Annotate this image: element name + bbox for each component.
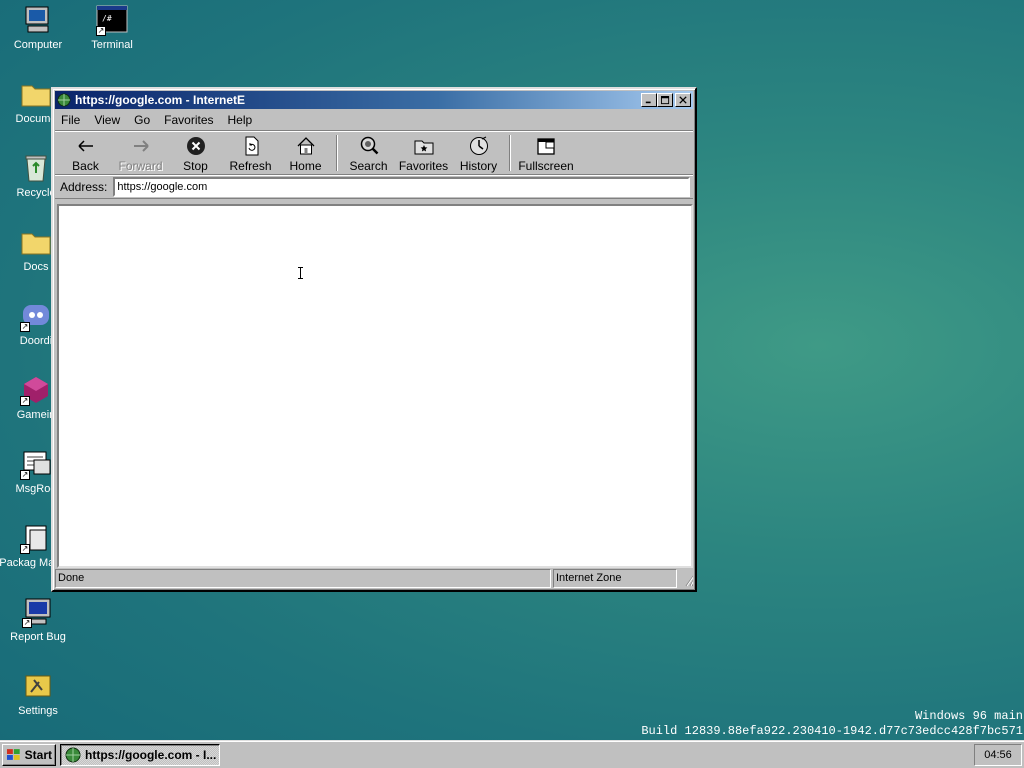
window-title: https://google.com - InternetE [75,93,245,107]
clock-time: 04:56 [984,748,1012,761]
windows-logo-icon [6,748,20,760]
taskbar-window-label: https://google.com - I... [85,747,217,762]
menu-bar: File View Go Favorites Help [55,109,693,131]
desktop-icon-settings[interactable]: Settings [0,670,76,717]
status-text: Done [55,569,551,588]
favorites-button[interactable]: Favorites [396,135,451,173]
folder-icon [20,226,52,258]
shortcut-arrow-icon: ↗ [20,544,30,554]
security-zone: Internet Zone [553,569,677,588]
favorites-icon [414,140,433,155]
favorites-label: Favorites [398,159,449,173]
search-button[interactable]: Search [341,135,396,173]
page-content-area[interactable] [57,204,693,568]
refresh-label: Refresh [229,159,272,173]
cube-icon: ↗ [20,374,52,406]
globe-icon [65,747,81,762]
menu-help[interactable]: Help [221,113,260,127]
shortcut-arrow-icon: ↗ [20,396,30,406]
terminal-icon: /# ↗ [96,4,128,36]
taskbar-window-button[interactable]: https://google.com - I... [60,743,220,766]
text-cursor-icon [297,267,304,279]
forward-arrow-icon [133,140,149,152]
home-button[interactable]: Home [278,135,333,173]
shortcut-arrow-icon: ↗ [22,618,32,628]
globe-icon [57,93,71,107]
stop-icon [186,137,205,155]
refresh-button[interactable]: Refresh [223,135,278,173]
back-label: Back [72,159,99,173]
status-bar: Done Internet Zone [55,569,693,588]
forward-button[interactable]: Forward [113,135,168,173]
message-board-icon: ↗ [20,448,52,480]
stop-button[interactable]: Stop [168,135,223,173]
build-watermark: Windows 96 main Build 12839.88efa922.230… [641,709,1023,739]
build-number: Build 12839.88efa922.230410-1942.d77c73e… [641,724,1023,738]
taskbar: Start https://google.com - I... 04:56 [0,740,1024,768]
menu-file[interactable]: File [55,113,87,127]
maximize-icon [660,95,669,104]
search-label: Search [349,159,388,173]
desktop-icon-label: Report Bug [10,631,66,643]
search-icon [360,136,378,155]
toolbar-separator [336,135,338,171]
address-label: Address: [60,179,108,194]
fullscreen-icon [537,138,555,155]
forward-label: Forward [118,159,163,173]
fullscreen-button[interactable]: Fullscreen [514,135,578,173]
toolbar-separator [509,135,511,171]
fullscreen-label: Fullscreen [518,159,574,173]
history-label: History [459,159,498,173]
shortcut-arrow-icon: ↗ [96,26,106,36]
close-button[interactable] [675,93,691,107]
desktop-icon-label: Computer [13,39,63,51]
menu-view[interactable]: View [87,113,127,127]
desktop-icon-label: Terminal [91,39,133,51]
resize-grip-icon[interactable] [679,569,693,588]
system-tray-clock[interactable]: 04:56 [974,743,1022,766]
stop-label: Stop [183,159,208,173]
address-input[interactable] [113,176,690,197]
package-icon: ↗ [20,522,52,554]
desktop-icon-label: Settings [18,705,58,717]
desktop-icon-computer[interactable]: Computer [0,4,76,51]
desktop-icon-report-bug[interactable]: ↗ Report Bug [0,596,76,643]
history-button[interactable]: History [451,135,506,173]
browser-toolbar: Back Forward Stop Refresh Home Search Fa… [55,131,693,175]
computer-icon [22,4,54,36]
start-label: Start [24,747,52,762]
shortcut-arrow-icon: ↗ [20,322,30,332]
folder-icon [20,78,52,110]
menu-go[interactable]: Go [127,113,157,127]
desktop-icon-terminal[interactable]: /# ↗ Terminal [74,4,150,51]
back-button[interactable]: Back [58,135,113,173]
browser-window[interactable]: https://google.com - InternetE File View… [51,87,697,592]
os-name: Windows 96 main [914,709,1023,723]
minimize-button[interactable] [641,93,657,107]
chat-app-icon: ↗ [20,300,52,332]
maximize-button[interactable] [657,93,673,107]
home-icon [297,137,314,155]
recycle-bin-icon [20,152,52,184]
report-bug-icon: ↗ [22,596,54,628]
svg-text:/#: /# [102,14,112,23]
minimize-icon [645,101,651,104]
address-bar: Address: [55,175,693,199]
shortcut-arrow-icon: ↗ [20,470,30,480]
start-button[interactable]: Start [2,743,56,766]
settings-icon [22,670,54,702]
refresh-icon [245,136,258,156]
menu-favorites[interactable]: Favorites [157,113,220,127]
back-arrow-icon [77,140,93,152]
home-label: Home [289,159,322,173]
history-icon [469,136,488,155]
window-titlebar[interactable]: https://google.com - InternetE [55,91,693,109]
close-icon [679,96,687,104]
